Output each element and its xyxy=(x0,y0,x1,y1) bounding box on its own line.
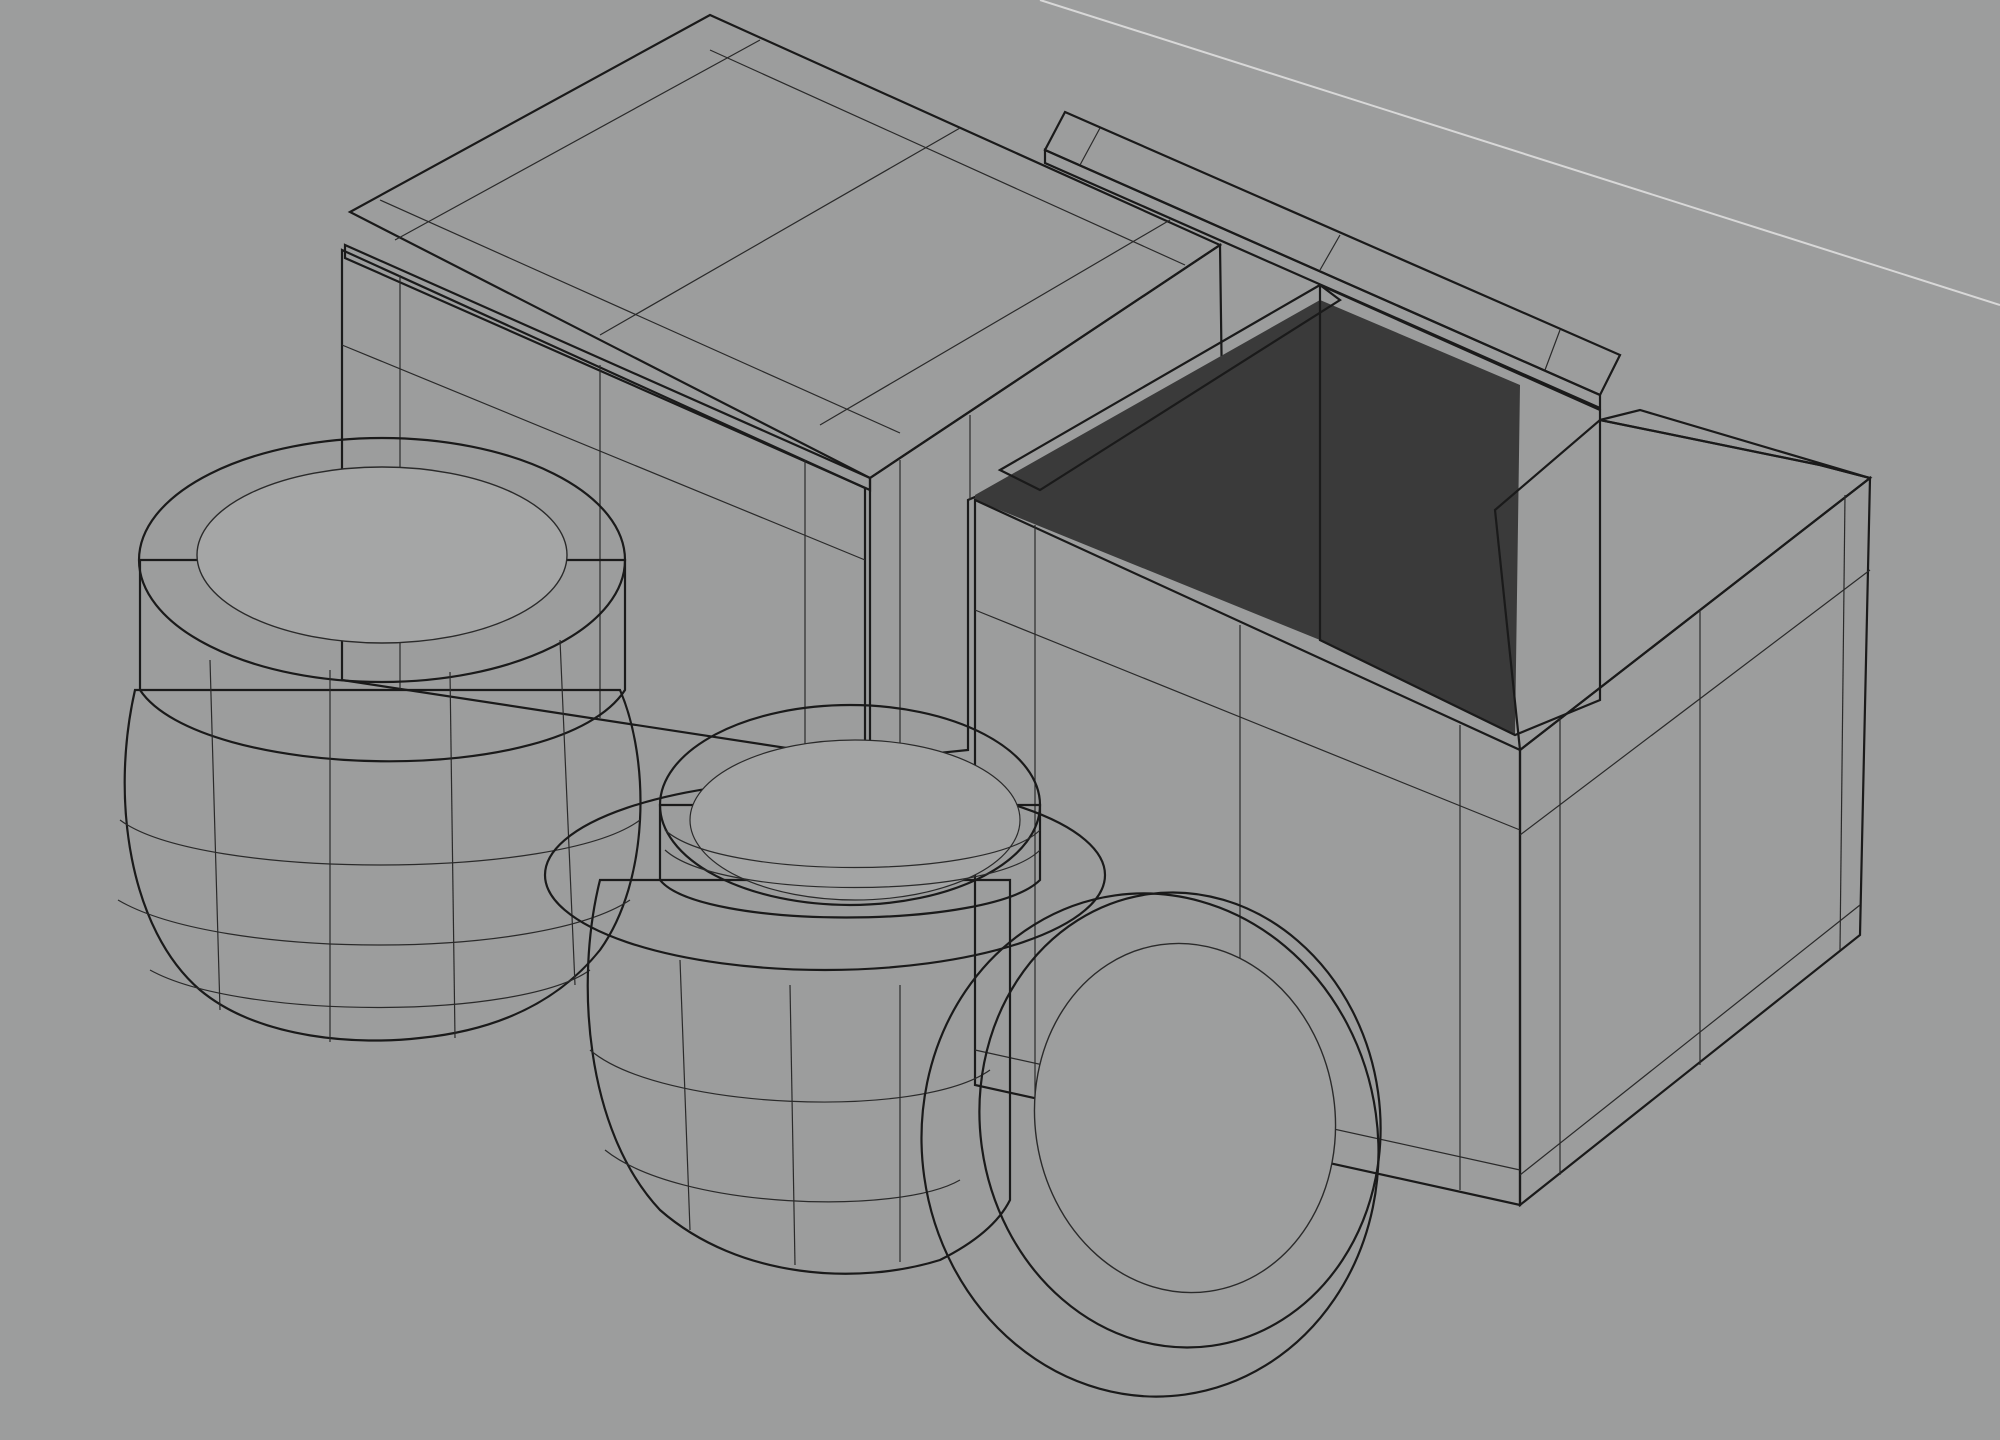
open-jar-body xyxy=(586,878,1012,1275)
closed-box-side-wires xyxy=(899,415,971,760)
open-box-right-flap-top xyxy=(1599,408,1871,480)
open-box-interior xyxy=(975,300,1520,735)
closed-box-top-wires xyxy=(379,39,1186,434)
open-box-right-flap xyxy=(1493,418,1873,753)
closed-jar-wires xyxy=(117,639,641,1042)
scene-canvas xyxy=(117,0,2000,1427)
jar-lid-inner-ring xyxy=(1033,942,1337,1294)
closed-jar-lid-ring xyxy=(196,466,568,644)
open-jar-inner xyxy=(689,739,1021,901)
3d-viewport[interactable] xyxy=(0,0,2000,1440)
ground-edge-line xyxy=(1039,0,2000,306)
jar-lid[interactable] xyxy=(889,864,1411,1427)
open-box-side xyxy=(1518,475,1872,1208)
open-box-side-wires xyxy=(1519,494,1871,1176)
open-jar[interactable] xyxy=(543,703,1107,1275)
closed-box[interactable] xyxy=(340,13,1224,762)
closed-jar[interactable] xyxy=(117,436,642,1042)
